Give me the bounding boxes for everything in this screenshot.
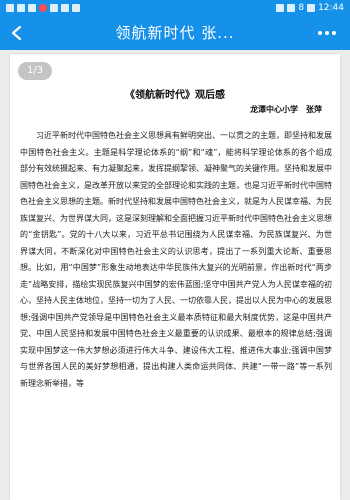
battery-level: 8	[298, 3, 305, 13]
more-button[interactable]	[312, 20, 342, 46]
bluetooth-icon	[287, 4, 296, 12]
document-title: 《领航新时代》观后感	[125, 90, 225, 101]
status-bar: 8 12:44	[0, 0, 350, 16]
more-dot-icon	[318, 31, 322, 35]
status-icons-right: 8 12:44	[276, 3, 344, 13]
status-icons-left	[6, 4, 80, 12]
message-icon	[61, 4, 69, 12]
clock: 12:44	[318, 3, 344, 13]
notification-icon	[39, 4, 47, 12]
document-page[interactable]: 1/3 《领航新时代》观后感 龙潭中心小学 张萍 习近平新时代中国特色社会主义思…	[10, 54, 340, 500]
page-indicator: 1/3	[18, 62, 53, 80]
document-author: 龙潭中心小学 张萍	[250, 105, 322, 114]
page-title: 领航新时代 张...	[115, 24, 235, 42]
app-bar: 领航新时代 张...	[0, 16, 350, 50]
wifi-icon	[17, 4, 25, 12]
document-body: 习近平新时代中国特色社会主义思想具有鲜明突出、一以贯之的主题，即坚持和发展中国特…	[20, 131, 332, 388]
sim-icon	[28, 4, 36, 12]
document-viewer[interactable]: 1/3 《领航新时代》观后感 龙潭中心小学 张萍 习近平新时代中国特色社会主义思…	[0, 50, 350, 500]
back-button[interactable]	[4, 20, 30, 46]
battery-icon	[307, 4, 316, 12]
more-dot-icon	[332, 31, 336, 35]
chevron-left-icon	[11, 25, 22, 41]
eye-icon	[276, 4, 285, 12]
more-dot-icon	[325, 31, 329, 35]
signal-icon	[6, 4, 14, 12]
app-notification-icon	[50, 4, 58, 12]
gallery-icon	[72, 4, 80, 12]
